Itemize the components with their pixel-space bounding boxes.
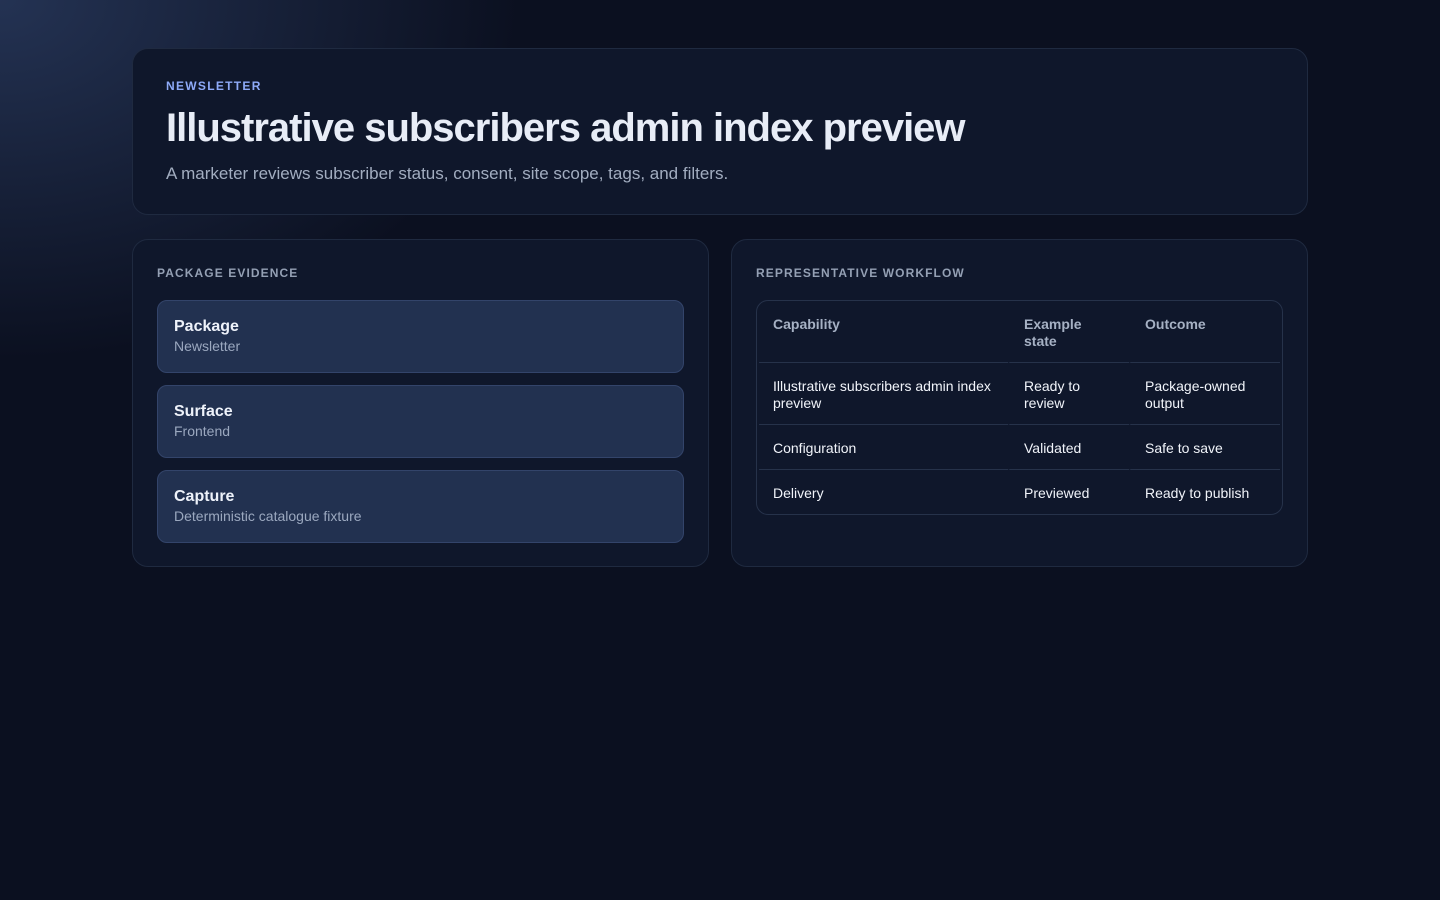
- workflow-table: Capability Example state Outcome Illustr…: [756, 300, 1283, 515]
- evidence-value: Deterministic catalogue fixture: [174, 508, 362, 524]
- evidence-label: Package: [174, 318, 239, 335]
- table-cell-outcome: Ready to publish: [1129, 470, 1280, 514]
- evidence-value: Frontend: [174, 423, 231, 439]
- table-row: Delivery Previewed Ready to publish: [759, 470, 1280, 514]
- evidence-label: Capture: [174, 488, 235, 505]
- table-row: Illustrative subscribers admin index pre…: [759, 363, 1280, 425]
- table-cell-example-state: Ready to review: [1008, 363, 1129, 425]
- table-cell-capability: Configuration: [759, 425, 1008, 470]
- table-cell-example-state: Validated: [1008, 425, 1129, 470]
- page-header: NEWSLETTER Illustrative subscribers admi…: [132, 48, 1308, 215]
- table-cell-capability: Delivery: [773, 485, 824, 501]
- package-evidence-panel: PACKAGE EVIDENCE Package Newsletter Surf…: [132, 239, 709, 567]
- column-header-outcome: Outcome: [1129, 301, 1280, 363]
- column-header-example-state: Example state: [1008, 301, 1129, 363]
- table-cell-outcome: Safe to save: [1129, 425, 1280, 470]
- evidence-list: Package Newsletter Surface Frontend Capt…: [157, 300, 684, 543]
- table-cell-outcome: Package-owned output: [1129, 363, 1280, 425]
- representative-workflow-heading: REPRESENTATIVE WORKFLOW: [756, 266, 965, 280]
- page-title: Illustrative subscribers admin index pre…: [166, 106, 966, 150]
- package-eyebrow: NEWSLETTER: [166, 79, 262, 93]
- evidence-label: Surface: [174, 403, 233, 420]
- package-evidence-heading: PACKAGE EVIDENCE: [157, 266, 299, 280]
- evidence-card-package: Package Newsletter: [157, 300, 684, 373]
- column-header-capability: Capability: [759, 301, 1008, 363]
- evidence-card-capture: Capture Deterministic catalogue fixture: [157, 470, 684, 543]
- table-cell-capability: Illustrative subscribers admin index pre…: [759, 363, 1008, 425]
- evidence-card-surface: Surface Frontend: [157, 385, 684, 458]
- evidence-value: Newsletter: [174, 338, 241, 354]
- table-cell-example-state: Previewed: [1008, 470, 1129, 514]
- representative-workflow-panel: REPRESENTATIVE WORKFLOW Capability Examp…: [731, 239, 1308, 567]
- table-row: Configuration Validated Safe to save: [759, 425, 1280, 470]
- table-header-row: Capability Example state Outcome: [759, 301, 1280, 363]
- page-subtitle: A marketer reviews subscriber status, co…: [166, 164, 729, 183]
